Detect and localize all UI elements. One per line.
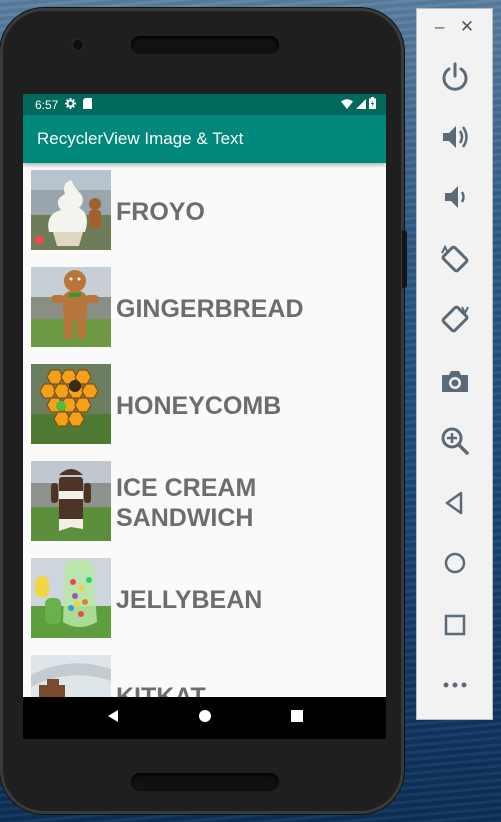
recycler-list[interactable]: FROYO GINGERBREAD HONEYCOMB ICE CREAM SA… — [23, 163, 386, 697]
panel-overview-button[interactable] — [435, 605, 475, 645]
item-label: ICE CREAM SANDWICH — [116, 473, 257, 532]
list-item[interactable]: FROYO — [23, 163, 386, 260]
navigation-bar — [23, 697, 386, 739]
rotate-right-button[interactable] — [435, 299, 475, 339]
sd-card-icon — [83, 97, 93, 112]
nav-overview-button[interactable] — [290, 709, 304, 728]
nav-back-button[interactable] — [106, 709, 120, 728]
rotate-left-button[interactable] — [435, 239, 475, 279]
back-icon — [445, 491, 463, 515]
item-label: GINGERBREAD — [116, 294, 304, 323]
app-title: RecyclerView Image & Text — [37, 129, 244, 148]
item-label: JELLYBEAN — [116, 585, 263, 614]
zoom-button[interactable] — [435, 421, 475, 461]
home-icon — [444, 552, 466, 574]
phone-frame: 6:57 RecyclerView Image & Text FROYO GIN… — [0, 8, 407, 814]
panel-home-button[interactable] — [435, 543, 475, 583]
volume-down-button[interactable] — [435, 177, 475, 217]
item-label: HONEYCOMB — [116, 391, 282, 420]
power-icon — [442, 62, 468, 91]
item-label: KITKAT — [116, 682, 206, 698]
wifi-icon — [341, 98, 353, 112]
panel-back-button[interactable] — [435, 483, 475, 523]
zoom-icon — [441, 427, 469, 455]
list-item[interactable]: KITKAT — [23, 648, 386, 697]
volume-up-button[interactable] — [435, 117, 475, 157]
ice-cream-sandwich-image — [31, 461, 111, 541]
emulator-control-panel: – ✕ — [416, 8, 493, 720]
bottom-speaker — [131, 773, 279, 791]
jellybean-image — [31, 558, 111, 638]
overview-icon — [444, 614, 466, 636]
gingerbread-image — [31, 267, 111, 347]
minimize-button[interactable]: – — [435, 17, 444, 37]
item-label: FROYO — [116, 197, 205, 226]
app-toolbar: RecyclerView Image & Text — [23, 115, 386, 163]
more-button[interactable] — [435, 665, 475, 705]
camera-icon — [442, 371, 468, 392]
list-item[interactable]: ICE CREAM SANDWICH — [23, 454, 386, 551]
side-button[interactable] — [402, 230, 407, 288]
power-button[interactable] — [435, 57, 475, 97]
settings-icon — [65, 97, 77, 112]
volume-down-icon — [445, 186, 465, 208]
status-time: 6:57 — [35, 97, 59, 112]
nav-home-button[interactable] — [198, 709, 212, 728]
volume-up-icon — [443, 126, 468, 148]
list-item[interactable]: GINGERBREAD — [23, 260, 386, 357]
screenshot-button[interactable] — [435, 361, 475, 401]
top-speaker — [131, 36, 279, 54]
honeycomb-image — [31, 364, 111, 444]
device-screen: 6:57 RecyclerView Image & Text FROYO GIN… — [23, 94, 386, 739]
close-button[interactable]: ✕ — [460, 17, 474, 37]
cell-signal-icon — [356, 98, 366, 112]
kitkat-image — [31, 655, 111, 697]
rotate-left-icon — [441, 244, 469, 273]
more-icon — [443, 682, 467, 688]
rotate-right-icon — [441, 305, 469, 333]
status-bar: 6:57 — [23, 94, 386, 115]
battery-icon — [369, 97, 376, 112]
list-item[interactable]: JELLYBEAN — [23, 551, 386, 648]
front-camera — [73, 40, 83, 50]
list-item[interactable]: HONEYCOMB — [23, 357, 386, 454]
froyo-image — [31, 170, 111, 250]
